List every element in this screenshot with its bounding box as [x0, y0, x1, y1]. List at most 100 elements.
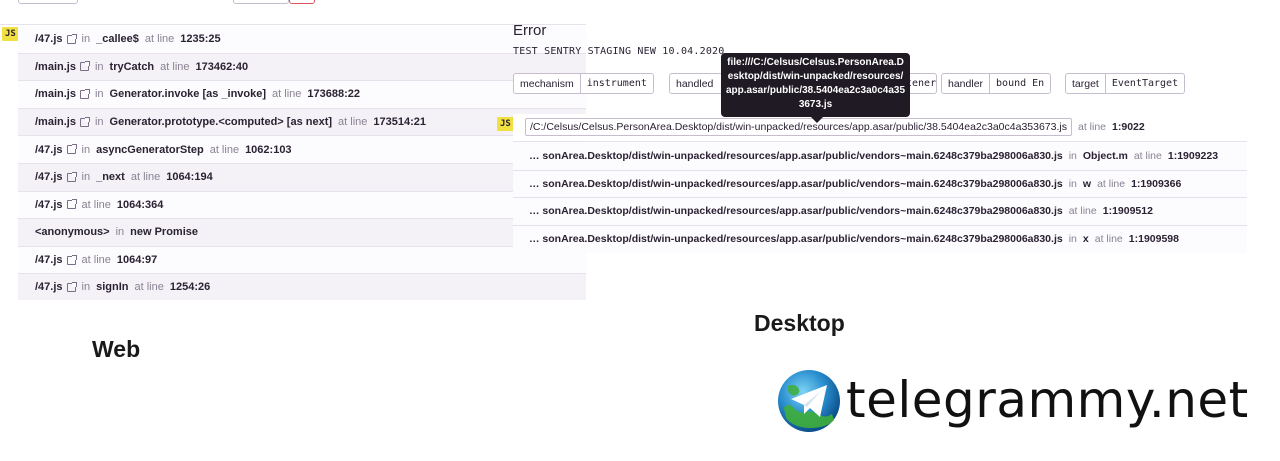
- frame-line-number: 1064:194: [166, 171, 213, 184]
- frame-line-number: 1:1909366: [1131, 177, 1182, 190]
- open-external-icon[interactable]: [66, 144, 77, 155]
- frame-line-number: 173688:22: [307, 88, 361, 101]
- frame-function: Generator.invoke [as _invoke]: [109, 88, 267, 101]
- tag-handled[interactable]: handled: [669, 73, 723, 94]
- stack-frame-row[interactable]: … sonArea.Desktop/dist/win-unpacked/reso…: [513, 170, 1247, 198]
- frame-filename[interactable]: /47.js: [35, 144, 63, 156]
- frame-function: asyncGeneratorStep: [96, 143, 204, 156]
- frame-filename[interactable]: <anonymous>: [35, 226, 110, 238]
- frame-in-label: in: [1068, 150, 1077, 163]
- desktop-frames-list: JS /C:/Celsus/Celsus.PersonArea.Desktop/…: [494, 114, 1280, 253]
- telegram-globe-icon: [778, 370, 840, 432]
- tag-handler[interactable]: handler bound En: [941, 73, 1052, 94]
- frame-in-label: in: [1068, 177, 1077, 190]
- watermark-text: telegrammy.net: [846, 371, 1249, 429]
- frame-filename[interactable]: … sonArea.Desktop/dist/win-unpacked/reso…: [529, 233, 1063, 245]
- tag-key: target: [1066, 74, 1106, 93]
- frame-function: x: [1082, 233, 1089, 246]
- frame-function: tryCatch: [109, 60, 155, 73]
- stack-frame-row[interactable]: /47.js at line 1064:97: [18, 246, 586, 275]
- desktop-stacktrace-panel: Error TEST SENTRY STAGING NEW 10.04.2020…: [494, 0, 1280, 253]
- frame-function: Generator.prototype.<computed> [as next]: [109, 116, 333, 129]
- open-external-icon[interactable]: [66, 281, 77, 292]
- frame-line-number: 173514:21: [373, 116, 426, 129]
- open-external-icon[interactable]: [66, 171, 77, 182]
- js-platform-badge: JS: [2, 27, 19, 41]
- stack-frame-row[interactable]: … sonArea.Desktop/dist/win-unpacked/reso…: [513, 143, 1247, 171]
- frame-in-label: in: [81, 33, 91, 46]
- frame-filename[interactable]: /main.js: [35, 61, 76, 73]
- frame-line-number: 1235:25: [180, 33, 221, 46]
- frame-at-line-label: at line: [1097, 177, 1126, 190]
- frame-filename[interactable]: /main.js: [35, 116, 76, 128]
- tag-value: EventTarget: [1111, 78, 1179, 89]
- stack-frame-row[interactable]: /47.js in signIn at line 1254:26: [18, 274, 586, 301]
- frame-function: _next: [96, 171, 125, 184]
- frame-filename-hovered[interactable]: /C:/Celsus/Celsus.PersonArea.Desktop/dis…: [525, 118, 1072, 137]
- frame-at-line-label: at line: [1094, 233, 1123, 246]
- open-external-icon[interactable]: [66, 254, 77, 265]
- web-label: Web: [92, 336, 141, 362]
- tag-target[interactable]: target EventTarget: [1065, 73, 1186, 94]
- frame-in-label: in: [94, 60, 104, 73]
- frame-filename[interactable]: /47.js: [35, 254, 63, 266]
- frame-function: _callee$: [96, 33, 139, 46]
- frame-function: new Promise: [130, 226, 198, 239]
- open-external-icon[interactable]: [79, 116, 90, 127]
- watermark: telegrammy.net: [776, 366, 1266, 436]
- frame-line-number: 1:9022: [1112, 121, 1145, 134]
- frame-in-label: in: [1068, 233, 1077, 246]
- tag-key: handled: [676, 77, 714, 90]
- frame-in-label: in: [94, 116, 104, 129]
- frame-at-line-label: at line: [1068, 205, 1097, 218]
- error-message: TEST SENTRY STAGING NEW 10.04.2020: [513, 46, 725, 57]
- frame-at-line-label: at line: [134, 281, 164, 294]
- frame-line-number: 1064:364: [116, 198, 164, 211]
- frame-filename[interactable]: /47.js: [35, 281, 63, 293]
- frame-line-number: 1:1909598: [1128, 233, 1179, 246]
- frame-line-number: 1064:97: [116, 254, 158, 267]
- frame-in-label: in: [115, 226, 125, 239]
- top-control-stub[interactable]: [18, 0, 78, 4]
- frame-line-number: 173462:40: [195, 60, 249, 73]
- open-external-icon[interactable]: [66, 199, 77, 210]
- tag-key: mechanism: [514, 74, 581, 93]
- frame-function: Object.m: [1082, 150, 1128, 163]
- error-title: Error: [513, 22, 547, 39]
- frame-at-line-label: at line: [209, 143, 240, 156]
- frame-filename[interactable]: /main.js: [35, 88, 76, 100]
- frame-filename[interactable]: /47.js: [35, 171, 63, 183]
- open-external-icon[interactable]: [66, 33, 77, 44]
- stack-frame-row[interactable]: … sonArea.Desktop/dist/win-unpacked/reso…: [513, 198, 1247, 226]
- frame-function: w: [1082, 177, 1092, 190]
- filename-tooltip: file:///C:/Celsus/Celsus.PersonArea.Desk…: [721, 53, 910, 123]
- stack-frame-row[interactable]: /C:/Celsus/Celsus.PersonArea.Desktop/dis…: [513, 114, 1247, 142]
- frame-in-label: in: [81, 171, 91, 184]
- frame-at-line-label: at line: [1133, 150, 1162, 163]
- frame-function: signIn: [96, 281, 129, 294]
- frame-at-line-label: at line: [130, 171, 161, 184]
- stack-frame-row[interactable]: … sonArea.Desktop/dist/win-unpacked/reso…: [513, 225, 1247, 253]
- frame-line-number: 1062:103: [245, 143, 292, 156]
- tag-key: handler: [942, 74, 991, 93]
- frame-filename[interactable]: /47.js: [35, 33, 63, 45]
- tag-value: bound En: [996, 78, 1045, 89]
- top-control-stub[interactable]: [233, 0, 289, 4]
- frame-at-line-label: at line: [338, 116, 368, 129]
- frame-at-line-label: at line: [160, 60, 190, 73]
- frame-line-number: 1:1909512: [1102, 205, 1153, 218]
- frame-at-line-label: at line: [81, 198, 111, 211]
- frame-filename[interactable]: … sonArea.Desktop/dist/win-unpacked/reso…: [529, 150, 1063, 162]
- frame-at-line-label: at line: [81, 254, 111, 267]
- frame-at-line-label: at line: [144, 33, 175, 46]
- top-control-stub-alert[interactable]: [289, 0, 315, 4]
- frame-filename[interactable]: … sonArea.Desktop/dist/win-unpacked/reso…: [529, 178, 1063, 190]
- open-external-icon[interactable]: [79, 61, 90, 72]
- frame-filename[interactable]: … sonArea.Desktop/dist/win-unpacked/reso…: [529, 205, 1063, 217]
- tag-mechanism[interactable]: mechanism instrument: [513, 73, 654, 94]
- open-external-icon[interactable]: [79, 88, 90, 99]
- tag-value: instrument: [586, 78, 647, 89]
- frame-filename[interactable]: /47.js: [35, 199, 63, 211]
- desktop-label: Desktop: [754, 310, 845, 336]
- frame-line-number: 1:1909223: [1167, 150, 1219, 163]
